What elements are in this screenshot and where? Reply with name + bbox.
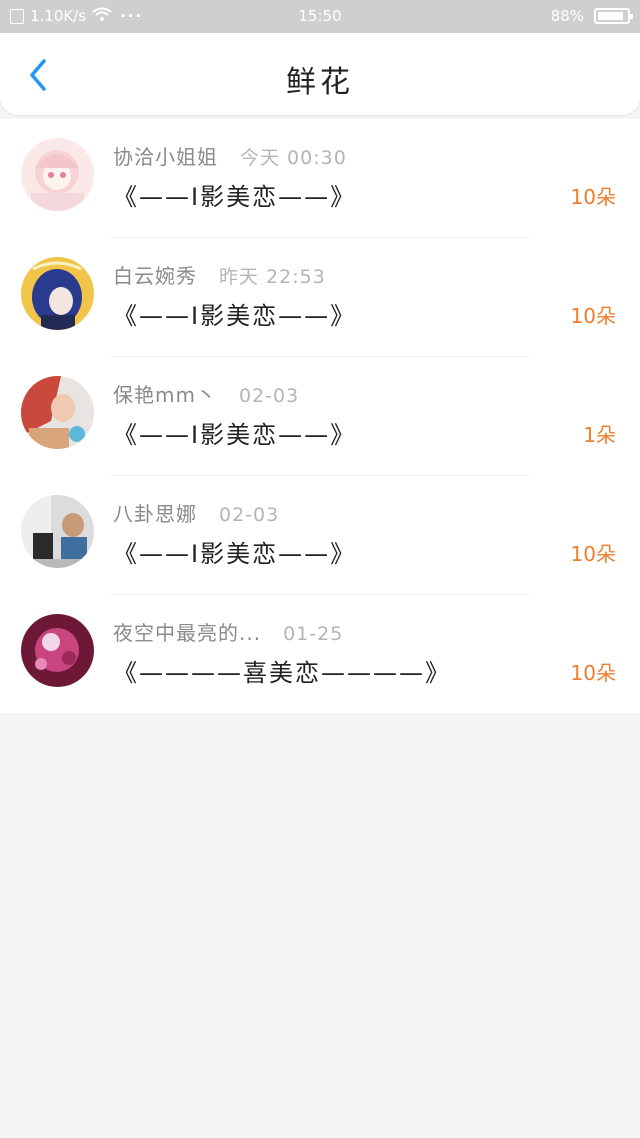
page-title: 鲜花: [286, 65, 354, 100]
list-item[interactable]: 保艳mm丶 02-03 《——I影美恋——》 1朵: [0, 357, 640, 476]
flower-count: 10朵: [570, 542, 616, 566]
status-bar: 1.10K/s ··· 15:50 88%: [0, 0, 640, 33]
battery-icon: [594, 8, 633, 24]
sender-name-text: 夜空中最亮的...: [113, 621, 262, 645]
gift-message: 《——I影美恋——》: [113, 302, 357, 330]
app-header: 鲜花: [0, 33, 640, 115]
list-item[interactable]: 八卦思娜 02-03 《——I影美恋——》 10朵: [0, 476, 640, 595]
sender-name: 协洽小姐姐 今天 00:30: [113, 141, 347, 170]
send-time: 昨天 22:53: [219, 266, 326, 288]
sender-name: 保艳mm丶 02-03: [113, 379, 299, 408]
list-item[interactable]: 夜空中最亮的... 01-25 《————喜美恋————》 10朵: [0, 595, 640, 713]
gift-message: 《————喜美恋————》: [113, 659, 451, 687]
flower-count: 1朵: [583, 423, 616, 447]
gift-message: 《——I影美恋——》: [113, 183, 357, 211]
sender-name-text: 协洽小姐姐: [113, 145, 218, 169]
flower-record-list: 协洽小姐姐 今天 00:30 《——I影美恋——》 10朵 白云婉秀 昨天 22:5…: [0, 119, 640, 713]
list-item[interactable]: 协洽小姐姐 今天 00:30 《——I影美恋——》 10朵: [0, 119, 640, 238]
sender-name: 八卦思娜 02-03: [113, 498, 279, 527]
send-time: 02-03: [219, 504, 280, 526]
avatar[interactable]: [21, 495, 94, 568]
send-time: 今天 00:30: [240, 147, 347, 169]
list-item[interactable]: 白云婉秀 昨天 22:53 《——I影美恋——》 10朵: [0, 238, 640, 357]
send-time: 01-25: [283, 623, 344, 645]
status-right: 88%: [550, 7, 633, 25]
send-time: 02-03: [238, 385, 300, 407]
gift-message: 《——I影美恋——》: [113, 540, 357, 568]
avatar[interactable]: [21, 138, 94, 211]
flower-count: 10朵: [570, 185, 616, 209]
avatar[interactable]: [21, 614, 94, 687]
sender-name: 夜空中最亮的... 01-25: [113, 617, 343, 646]
flower-count: 10朵: [570, 661, 616, 685]
battery-fill: [598, 12, 623, 20]
flower-count: 10朵: [570, 304, 616, 328]
sender-name-text: 保艳mm丶: [113, 383, 217, 407]
status-time: 15:50: [298, 7, 342, 25]
avatar[interactable]: [21, 257, 94, 330]
gift-message: 《——I影美恋——》: [113, 421, 357, 449]
avatar[interactable]: [21, 376, 94, 449]
sender-name-text: 白云婉秀: [113, 264, 197, 288]
battery-percent: 88%: [550, 7, 584, 25]
sender-name: 白云婉秀 昨天 22:53: [113, 260, 326, 289]
sender-name-text: 八卦思娜: [113, 502, 197, 526]
